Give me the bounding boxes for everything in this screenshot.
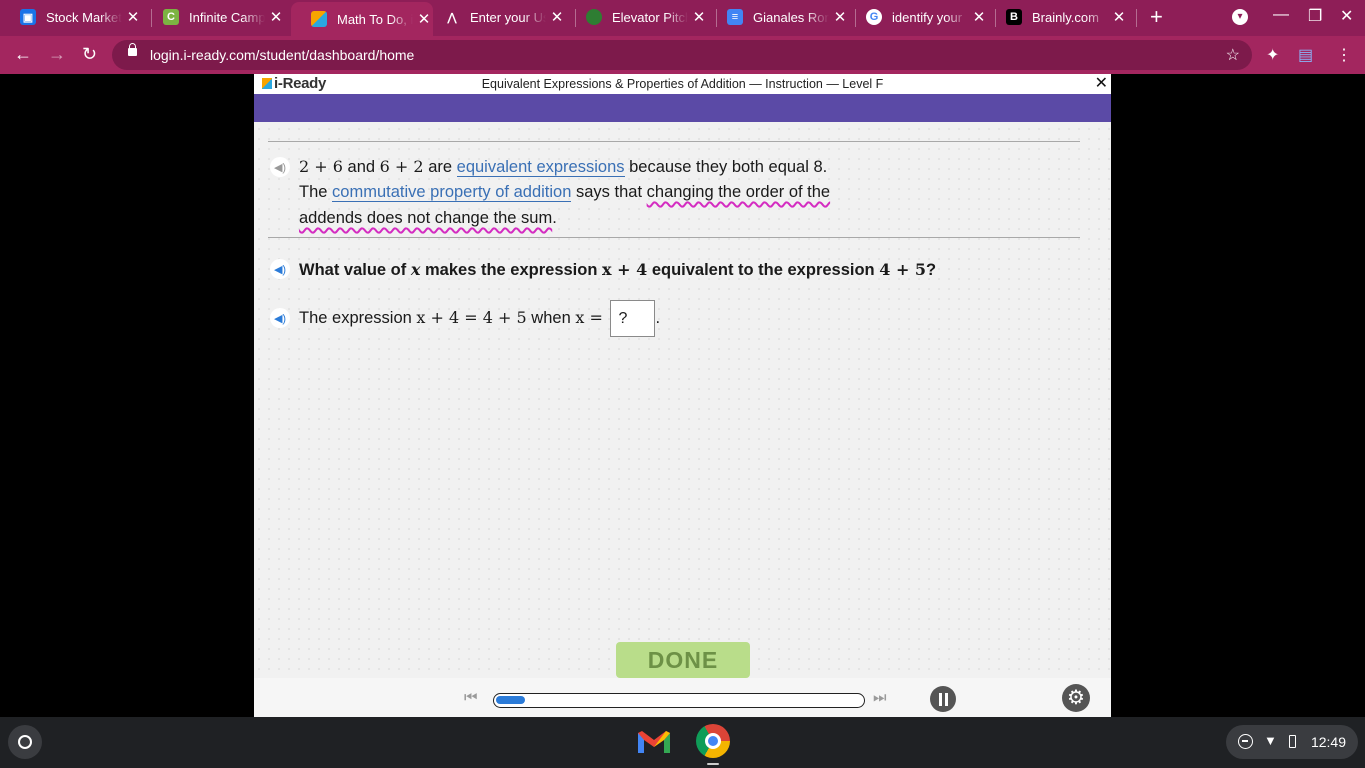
speaker-icon[interactable]: ◀): [270, 308, 290, 328]
iready-cube-icon: [311, 11, 327, 27]
close-window-button[interactable]: ✕: [1340, 6, 1353, 26]
chrome-icon[interactable]: [696, 724, 730, 758]
tab-search-icon[interactable]: ▾: [1232, 9, 1248, 25]
globe-icon: [586, 9, 602, 25]
progress-fill: [496, 696, 525, 704]
tab-gianales-ron[interactable]: ≡ Gianales Ron ✕: [707, 0, 857, 34]
lesson-title: Equivalent Expressions & Properties of A…: [481, 77, 884, 91]
launcher-button[interactable]: [8, 725, 42, 759]
answer-input[interactable]: ?: [610, 300, 656, 338]
extensions-icon[interactable]: ✦: [1266, 45, 1279, 65]
google-icon: G: [866, 9, 882, 25]
lesson-progress-bar[interactable]: [493, 693, 865, 708]
close-tab-icon[interactable]: ✕: [269, 8, 283, 26]
gmail-icon[interactable]: [636, 729, 672, 755]
tab-math-to-do-active[interactable]: Math To Do, i-Ready ✕: [291, 2, 433, 36]
reload-icon[interactable]: ↻: [82, 44, 97, 65]
glossary-link-equivalent-expressions[interactable]: equivalent expressions: [456, 158, 625, 177]
done-button[interactable]: DONE: [616, 642, 750, 678]
definition-line-2: The commutative property of addition say…: [299, 183, 831, 202]
menu-dots-icon[interactable]: ⋮: [1336, 45, 1352, 65]
status-tray[interactable]: ▼ 12:49: [1226, 725, 1358, 759]
tab-enter-username[interactable]: ⋀ Enter your Username ✕: [424, 0, 574, 34]
divider: [268, 141, 1080, 142]
close-lesson-button[interactable]: ✕: [1095, 73, 1108, 93]
close-tab-icon[interactable]: ✕: [692, 8, 706, 26]
campus-icon: C: [163, 9, 179, 25]
os-shelf: ▼ 12:49: [0, 717, 1365, 768]
cast-icon[interactable]: ▤: [1298, 45, 1313, 65]
speaker-icon[interactable]: ◀): [270, 157, 290, 177]
tab-elevator-pitch[interactable]: Elevator Pitch ✕: [566, 0, 716, 34]
wifi-icon: ▼: [1264, 733, 1277, 748]
new-tab-button[interactable]: +: [1150, 4, 1163, 30]
running-indicator: [707, 763, 719, 765]
clever-icon: ⋀: [447, 11, 457, 24]
speaker-icon[interactable]: ◀): [270, 259, 290, 279]
lesson-banner: [254, 94, 1111, 122]
close-tab-icon[interactable]: ✕: [833, 8, 847, 26]
definition-line-3: addends does not change the sum.: [299, 209, 557, 227]
tab-brainly[interactable]: B Brainly.com ✕: [986, 0, 1136, 34]
back-arrow-icon[interactable]: ←: [14, 44, 32, 65]
close-tab-icon[interactable]: ✕: [550, 8, 564, 26]
address-bar[interactable]: login.i-ready.com/student/dashboard/home…: [112, 40, 1252, 70]
battery-icon: [1289, 735, 1296, 748]
question-text: What value of x makes the expression x +…: [299, 260, 937, 279]
lesson-header: i-Ready Equivalent Expressions & Propert…: [254, 74, 1111, 94]
browser-tab-strip: ▣ Stock Market ✕ C Infinite Campus ✕ Mat…: [0, 0, 1365, 36]
iready-lesson-frame: i-Ready Equivalent Expressions & Propert…: [254, 74, 1111, 717]
tab-stock-market[interactable]: ▣ Stock Market ✕: [0, 0, 150, 34]
classroom-icon: ▣: [20, 9, 36, 25]
minimize-button[interactable]: —: [1273, 6, 1289, 24]
glossary-link-commutative-property[interactable]: commutative property of addition: [332, 183, 572, 202]
bookmark-star-icon[interactable]: ☆: [1226, 45, 1240, 65]
clock: 12:49: [1310, 734, 1346, 750]
close-tab-icon[interactable]: ✕: [126, 8, 140, 26]
brainly-icon: B: [1006, 9, 1022, 25]
definition-line-1: 2 + 6 and 6 + 2 are equivalent expressio…: [299, 157, 828, 177]
gear-icon[interactable]: ⚙: [1062, 684, 1090, 712]
restore-button[interactable]: ❐: [1308, 6, 1322, 26]
tab-identify-your[interactable]: G identify your ✕: [846, 0, 996, 34]
playback-controls: ⏮ ⏭ ⚙: [254, 678, 1111, 717]
docs-icon: ≡: [727, 9, 743, 25]
answer-line: The expression x + 4 = 4 + 5 when x = ?.: [299, 299, 660, 338]
tab-infinite-campus[interactable]: C Infinite Campus ✕: [143, 0, 293, 34]
browser-toolbar: ← → ↻ login.i-ready.com/student/dashboar…: [0, 36, 1365, 74]
lock-icon: [128, 43, 137, 56]
close-tab-icon[interactable]: ✕: [972, 8, 986, 26]
skip-back-icon[interactable]: ⏮: [464, 689, 478, 706]
url-text[interactable]: login.i-ready.com/student/dashboard/home: [150, 47, 414, 63]
do-not-disturb-icon: [1238, 734, 1253, 749]
skip-forward-icon[interactable]: ⏭: [873, 689, 887, 706]
divider: [268, 237, 1080, 238]
forward-arrow-icon[interactable]: →: [48, 44, 66, 65]
pause-button[interactable]: [930, 686, 956, 712]
close-tab-icon[interactable]: ✕: [1112, 8, 1126, 26]
